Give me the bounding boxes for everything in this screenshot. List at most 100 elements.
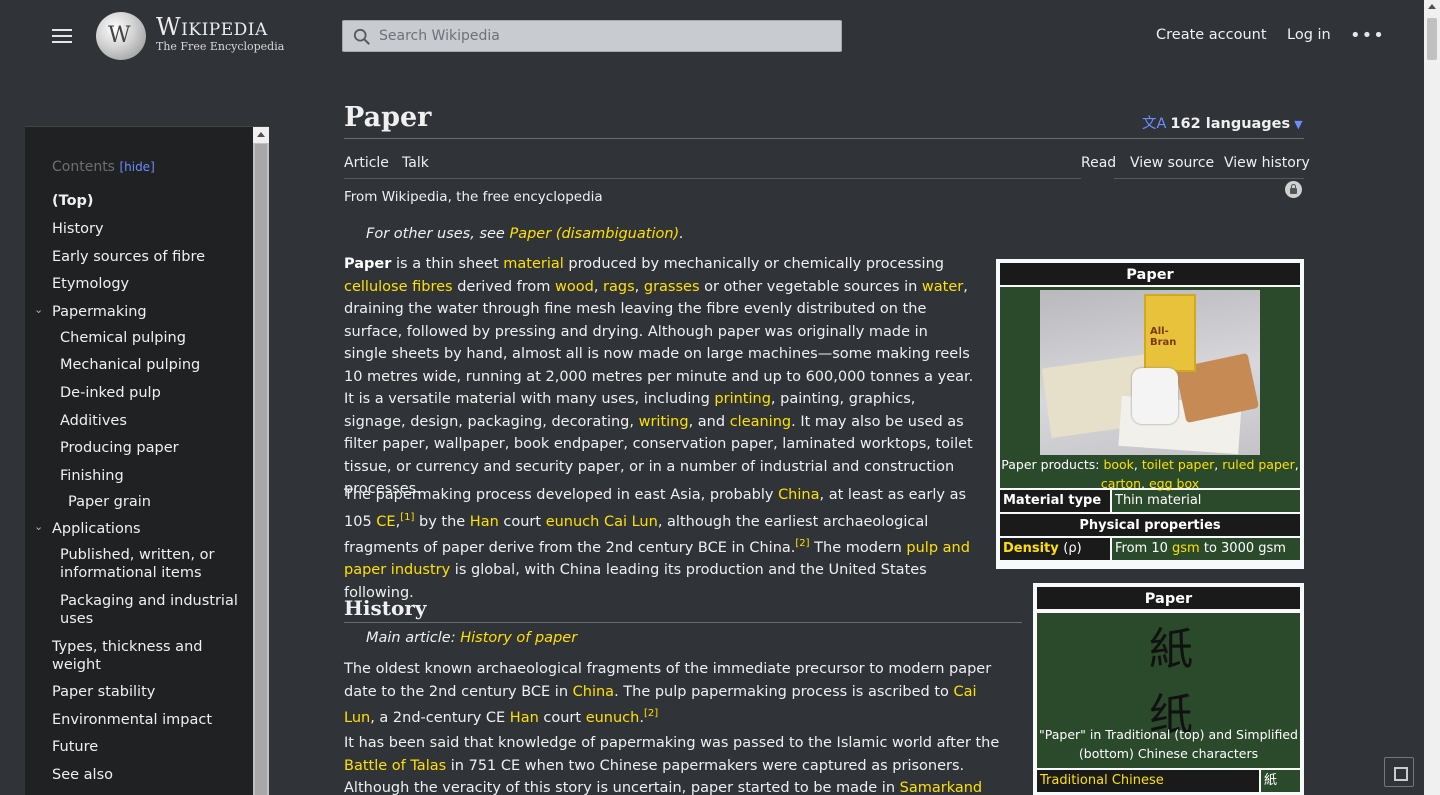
main-article-note: Main article: History of paper	[366, 630, 577, 646]
caption-link-book[interactable]: book	[1103, 457, 1133, 472]
wordmark-title: Wikipedia	[156, 13, 268, 41]
wordmark-tagline: The Free Encyclopedia	[156, 40, 285, 53]
link-writing[interactable]: writing	[639, 414, 689, 430]
toc-item-producing-paper[interactable]: Producing paper	[60, 439, 179, 457]
toc-item-top[interactable]: (Top)	[52, 192, 94, 210]
toc-item-additives[interactable]: Additives	[60, 412, 127, 430]
page-scroll-thumb[interactable]	[1427, 18, 1437, 60]
citation-2b[interactable]: [2]	[644, 708, 658, 719]
link-battle-of-talas[interactable]: Battle of Talas	[344, 758, 446, 774]
tab-talk[interactable]: Talk	[402, 155, 429, 171]
link-han[interactable]: Han	[470, 513, 499, 529]
main-article-link[interactable]: History of paper	[460, 630, 577, 646]
translate-icon: 文A	[1142, 116, 1167, 132]
toc-item-paper-grain[interactable]: Paper grain	[68, 493, 151, 511]
search-box[interactable]	[342, 20, 842, 52]
toc-item-packaging[interactable]: Packaging and industrial uses	[60, 592, 245, 628]
link-eunuch[interactable]: eunuch	[546, 513, 600, 529]
link-printing[interactable]: printing	[714, 391, 771, 407]
log-in-link[interactable]: Log in	[1287, 27, 1331, 43]
citation-1[interactable]: [1]	[400, 512, 414, 523]
toc-hide-link[interactable]: hide	[124, 160, 150, 174]
density-link[interactable]: Density	[1003, 541, 1059, 556]
toc-item-future[interactable]: Future	[52, 738, 98, 756]
link-cai-lun[interactable]: Cai Lun	[604, 513, 658, 529]
traditional-character: 紙	[1149, 624, 1193, 675]
intro-paragraph: Paper is a thin sheet material produced …	[344, 256, 974, 497]
caption-link-carton[interactable]: carton	[1101, 476, 1141, 491]
infobox2-caption: "Paper" in Traditional (top) and Simplif…	[1039, 727, 1298, 761]
intro-paragraph-2: The papermaking process developed in eas…	[344, 487, 970, 601]
density-symbol: (ρ)	[1063, 541, 1082, 556]
create-account-link[interactable]: Create account	[1156, 27, 1267, 43]
link-pulp-paper-industry[interactable]: pulp and paper industry	[344, 540, 970, 579]
caption-link-toilet-paper[interactable]: toilet paper	[1142, 457, 1214, 472]
density-to: to 3000 gsm	[1199, 541, 1286, 556]
toc-item-applications[interactable]: Applications	[52, 520, 141, 538]
link-rags[interactable]: rags	[603, 279, 635, 295]
link-cellulose[interactable]: cellulose fibres	[344, 279, 453, 295]
more-options-icon[interactable]: •••	[1350, 25, 1385, 46]
protection-lock-icon[interactable]	[1285, 181, 1302, 198]
tab-read[interactable]: Read	[1081, 155, 1116, 171]
caption-link-egg-box[interactable]: egg box	[1149, 476, 1199, 491]
toc-item-etymology[interactable]: Etymology	[52, 275, 129, 293]
chevron-down-icon[interactable]: ⌄	[34, 303, 44, 316]
tab-article[interactable]: Article	[344, 155, 389, 171]
page-scrollbar[interactable]	[1424, 0, 1440, 795]
toc-item-environmental-impact[interactable]: Environmental impact	[52, 711, 212, 729]
link-material[interactable]: material	[503, 256, 564, 272]
gsm-link[interactable]: gsm	[1172, 541, 1200, 556]
link-wood[interactable]: wood	[555, 279, 594, 295]
traditional-chinese-link[interactable]: Traditional Chinese	[1040, 773, 1164, 788]
toc-item-papermaking[interactable]: Papermaking	[52, 303, 147, 321]
hatnote-link[interactable]: Paper (disambiguation)	[509, 226, 679, 242]
fullscreen-toggle-icon[interactable]	[1384, 757, 1414, 787]
caption-link-ruled-paper[interactable]: ruled paper	[1222, 457, 1295, 472]
search-input[interactable]	[379, 25, 829, 47]
toc-item-history[interactable]: History	[52, 220, 104, 238]
citation-2[interactable]: [2]	[795, 538, 809, 549]
sidebar-scrollbar[interactable]	[253, 127, 269, 795]
wikipedia-globe-logo[interactable]	[96, 12, 146, 60]
hatnote: For other uses, see Paper (disambiguatio…	[366, 226, 684, 242]
link-water[interactable]: water	[922, 279, 963, 295]
traditional-chinese-label-cell: Traditional Chinese	[1037, 770, 1259, 792]
link-ce[interactable]: CE	[376, 513, 395, 529]
infobox-row-material-type: Material type Thin material	[1000, 490, 1300, 512]
link-eunuch-2[interactable]: eunuch	[586, 710, 640, 726]
link-cai-lun-2[interactable]: Cai Lun	[344, 684, 977, 726]
toc-item-chemical-pulping[interactable]: Chemical pulping	[60, 329, 186, 347]
toc-item-types[interactable]: Types, thickness and weight	[52, 638, 232, 674]
sidebar-scroll-thumb[interactable]	[255, 144, 267, 795]
languages-label: 162 languages	[1170, 116, 1291, 132]
link-china-2[interactable]: China	[573, 684, 614, 700]
wikipedia-wordmark[interactable]: Wikipedia The Free Encyclopedia	[156, 14, 284, 53]
languages-button[interactable]: 文A 162 languages ▼	[1142, 112, 1303, 133]
scroll-up-icon[interactable]	[1428, 4, 1436, 9]
infobox2-title: Paper	[1037, 587, 1300, 609]
link-han-2[interactable]: Han	[510, 710, 539, 726]
tab-view-source[interactable]: View source	[1130, 155, 1214, 171]
page-title: Paper	[344, 102, 432, 133]
material-type-value: Thin material	[1112, 490, 1300, 512]
paper-products-image[interactable]	[1040, 290, 1260, 455]
toc-item-paper-stability[interactable]: Paper stability	[52, 683, 155, 701]
toc-item-finishing[interactable]: Finishing	[60, 467, 124, 485]
link-grasses[interactable]: grasses	[644, 279, 700, 295]
toc-item-deinked-pulp[interactable]: De-inked pulp	[60, 384, 161, 402]
tab-view-history[interactable]: View history	[1224, 155, 1310, 171]
toc-item-see-also[interactable]: See also	[52, 766, 113, 784]
link-samarkand[interactable]: Samarkand	[900, 780, 982, 795]
material-type-label: Material type	[1000, 490, 1110, 512]
link-china[interactable]: China	[778, 487, 819, 503]
hatnote-prefix: For other uses, see	[366, 226, 510, 242]
toc-item-published[interactable]: Published, written, or informational ite…	[60, 546, 240, 582]
tab-read-indicator	[1081, 176, 1114, 179]
toc-item-early-sources[interactable]: Early sources of fibre	[52, 248, 205, 266]
link-cleaning[interactable]: cleaning	[730, 414, 791, 430]
chevron-down-icon[interactable]: ⌄	[34, 520, 44, 533]
toc-item-mechanical-pulping[interactable]: Mechanical pulping	[60, 356, 200, 374]
main-menu-button[interactable]	[50, 25, 74, 47]
scroll-up-icon[interactable]	[253, 127, 269, 143]
